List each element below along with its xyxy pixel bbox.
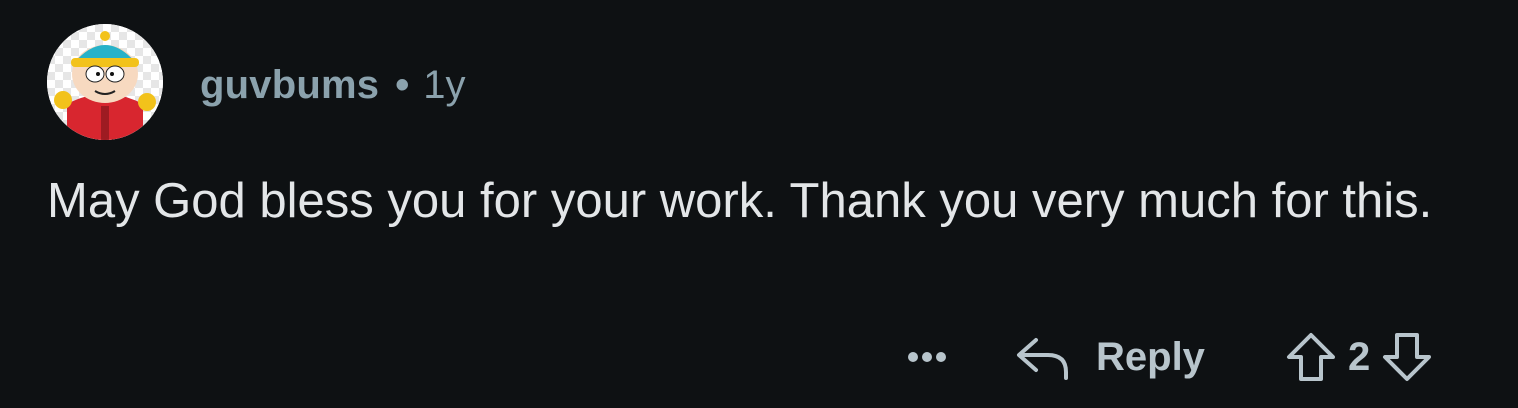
cartman-avatar-icon	[47, 24, 163, 140]
comment-meta: guvbums • 1y	[200, 58, 465, 112]
ellipsis-icon	[906, 352, 948, 362]
comment-actions: Reply 2	[0, 328, 1518, 386]
avatar[interactable]	[47, 24, 163, 140]
reply-arrow-icon	[1017, 338, 1068, 380]
more-options-button[interactable]	[896, 340, 958, 374]
downvote-arrow-icon	[1383, 333, 1432, 381]
comment: guvbums • 1y May God bless you for your …	[0, 0, 1518, 408]
reply-label: Reply	[1096, 334, 1205, 379]
comment-body: May God bless you for your work. Thank y…	[47, 174, 1433, 228]
vote-controls: 2	[1278, 328, 1440, 386]
upvote-arrow-icon	[1287, 333, 1335, 381]
downvote-button[interactable]	[1374, 328, 1440, 386]
meta-separator: •	[395, 62, 410, 107]
upvote-button[interactable]	[1278, 328, 1344, 386]
comment-age[interactable]: 1y	[423, 63, 465, 108]
username-link[interactable]: guvbums	[200, 63, 379, 108]
reply-button[interactable]: Reply	[1014, 328, 1205, 386]
vote-score: 2	[1348, 334, 1371, 379]
